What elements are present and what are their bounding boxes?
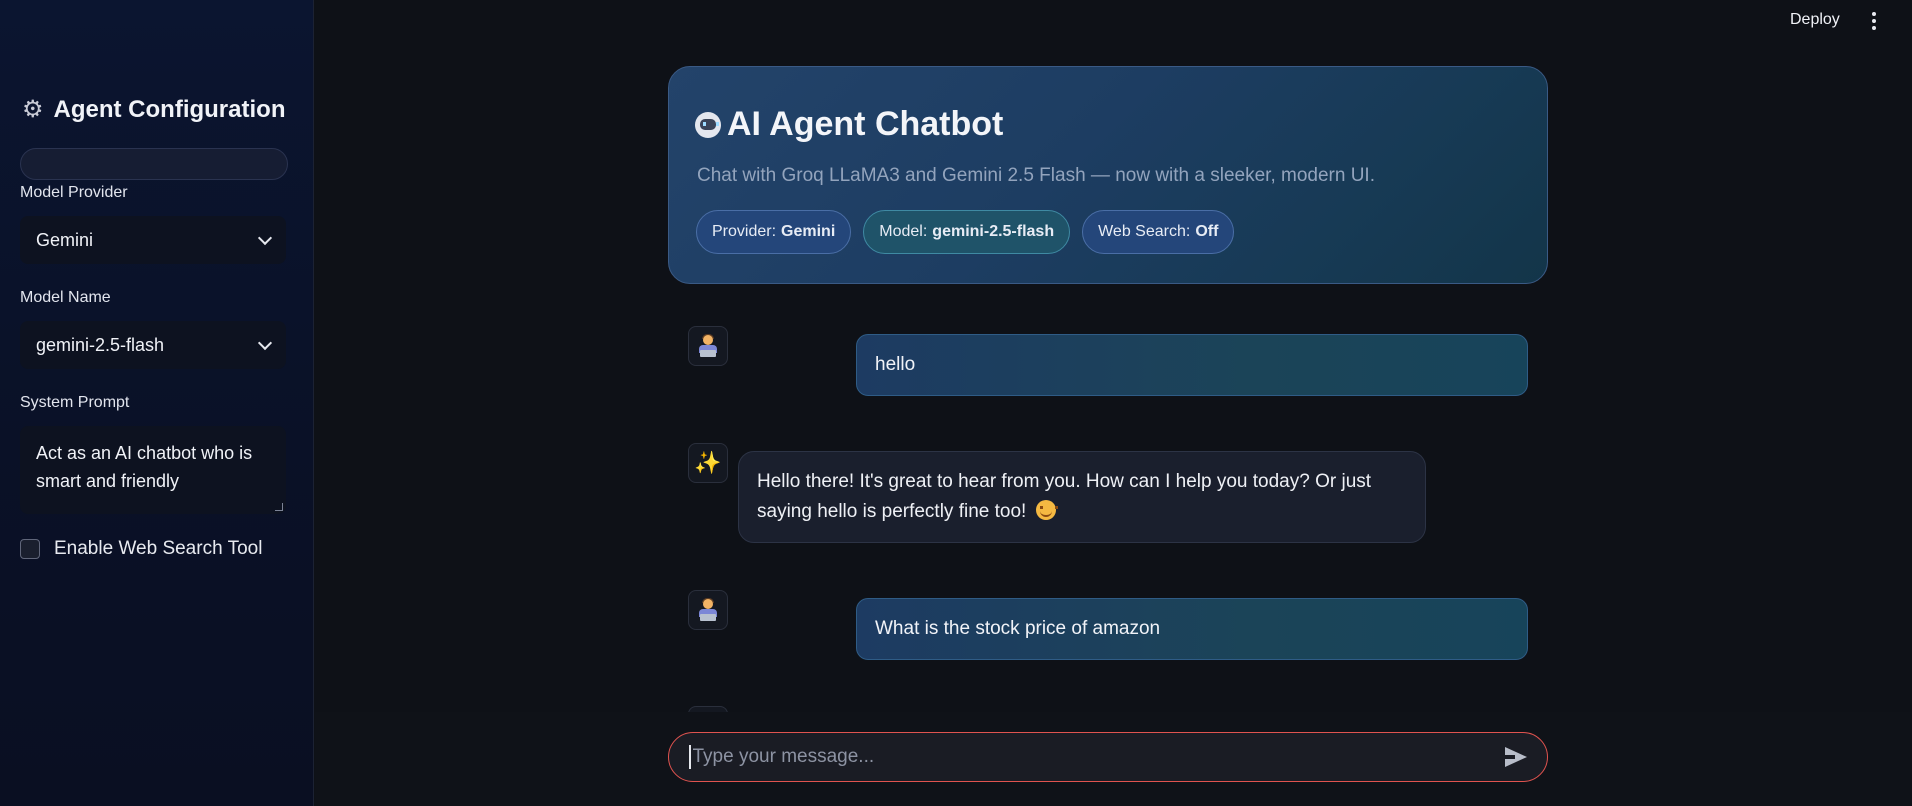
web-search-badge: Web Search: Off [1082,210,1235,254]
user-message-bubble: hello [856,334,1528,396]
provider-badge: Provider: Gemini [696,210,852,254]
assistant-message-text: Hello there! It's great to hear from you… [757,471,1372,522]
model-badge: Model: gemini-2.5-flash [863,210,1071,254]
page-title-text: AI Agent Chatbot [727,105,1004,143]
web-search-badge-label: Web Search: [1098,223,1191,240]
resize-handle-icon[interactable] [275,503,283,511]
model-badge-label: Model: [879,223,928,240]
system-prompt-textarea[interactable]: Act as an AI chatbot who is smart and fr… [20,426,286,514]
hero-card: AI Agent Chatbot Chat with Groq LLaMA3 a… [668,66,1548,284]
text-cursor [689,745,691,769]
sidebar-title: ⚙ Agent Configuration [22,96,285,124]
user-laptop-icon [688,590,728,630]
robot-icon [695,111,721,138]
user-message-bubble: What is the stock price of amazon [856,598,1528,660]
user-laptop-icon [688,326,728,366]
provider-badge-label: Provider: [712,223,777,240]
assistant-message-bubble: Hello there! It's great to hear from you… [738,451,1426,543]
page-subtitle: Chat with Groq LLaMA3 and Gemini 2.5 Fla… [697,165,1375,186]
chat-input[interactable] [692,746,1505,768]
system-prompt-label: System Prompt [20,394,130,411]
chevron-down-icon [257,335,273,350]
web-search-label: Enable Web Search Tool [54,538,263,559]
sparkles-icon: ✨ [688,443,728,483]
web-search-badge-value: Off [1195,223,1219,240]
user-message-text: What is the stock price of amazon [875,618,1161,639]
model-name-value: gemini-2.5-flash [36,334,165,355]
sidebar-pill-field[interactable] [20,148,288,180]
status-badges: Provider: Gemini Model: gemini-2.5-flash W… [696,210,1235,254]
sidebar: ⚙ Agent Configuration Model Provider Gem… [0,0,314,806]
model-provider-select[interactable]: Gemini [20,216,286,264]
chevron-down-icon [257,230,273,245]
gear-icon: ⚙ [22,96,44,123]
model-name-select[interactable]: gemini-2.5-flash [20,321,286,369]
provider-badge-value: Gemini [781,223,836,240]
model-provider-label: Model Provider [20,184,128,201]
deploy-button[interactable]: Deploy [1790,11,1840,29]
model-badge-value: gemini-2.5-flash [932,223,1055,240]
kebab-menu-icon[interactable] [1871,12,1877,30]
web-search-toggle[interactable]: Enable Web Search Tool [20,538,262,560]
system-prompt-value: Act as an AI chatbot who is smart and fr… [36,443,253,491]
page-title: AI Agent Chatbot [695,105,1003,144]
web-search-checkbox[interactable] [20,539,40,559]
user-message-text: hello [875,354,916,375]
model-name-label: Model Name [20,289,111,306]
smiling-face-icon [1035,500,1058,520]
model-provider-value: Gemini [36,229,94,250]
send-icon[interactable] [1505,747,1527,767]
chat-input-container[interactable] [668,732,1548,782]
sidebar-title-text: Agent Configuration [53,96,286,123]
